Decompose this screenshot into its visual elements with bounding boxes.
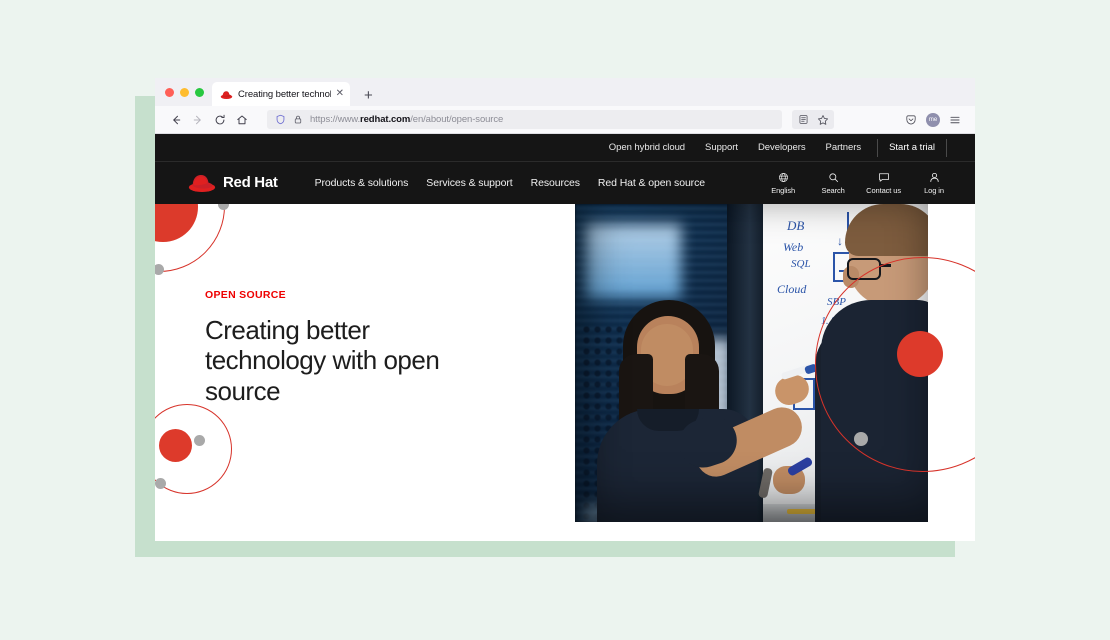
account-avatar-button[interactable]: me <box>923 110 943 129</box>
hamburger-menu-icon[interactable] <box>945 110 965 129</box>
search-icon <box>828 172 839 183</box>
page-title: Creating better technology with open sou… <box>205 315 495 406</box>
nav-utility-group: English Search Contact us <box>766 170 951 195</box>
utility-link-developers[interactable]: Developers <box>748 142 816 153</box>
utility-nav: Open hybrid cloud Support Developers Par… <box>155 134 975 162</box>
redhat-fedora-logo-icon <box>187 172 217 193</box>
reader-bookmark-group <box>792 110 834 129</box>
url-protocol: https://www. <box>310 114 360 125</box>
url-path: /en/about/open-source <box>410 114 503 125</box>
nav-util-contact[interactable]: Contact us <box>866 172 901 195</box>
decorative-red-circle-bottom-left <box>159 429 192 462</box>
nav-util-search-label: Search <box>822 186 845 195</box>
tab-strip: Creating better technology with ✕ + <box>155 78 975 106</box>
decorative-gray-dot-bottom-left <box>155 478 166 489</box>
forward-button[interactable] <box>187 110 209 130</box>
chat-bubble-icon <box>878 172 890 183</box>
nav-util-language[interactable]: English <box>766 172 800 195</box>
window-close-button[interactable] <box>165 88 174 97</box>
browser-window: Creating better technology with ✕ + <box>155 78 975 541</box>
utility-link-open-hybrid-cloud[interactable]: Open hybrid cloud <box>599 142 695 153</box>
start-a-trial-button[interactable]: Start a trial <box>878 142 946 153</box>
window-minimize-button[interactable] <box>180 88 189 97</box>
nav-link-redhat-open-source[interactable]: Red Hat & open source <box>589 177 714 189</box>
shield-icon <box>275 114 286 125</box>
pocket-icon[interactable] <box>901 110 921 129</box>
utility-link-partners[interactable]: Partners <box>816 142 872 153</box>
decorative-gray-dot-top <box>218 204 229 210</box>
reload-button[interactable] <box>209 110 231 130</box>
decorative-gray-dot-right <box>854 432 868 446</box>
window-traffic-lights[interactable] <box>163 78 212 106</box>
webpage-viewport: Open hybrid cloud Support Developers Par… <box>155 134 975 541</box>
url-text: https://www.redhat.com/en/about/open-sou… <box>310 114 503 125</box>
decorative-red-arc-top-left <box>155 204 225 272</box>
main-nav: Red Hat Products & solutions Services & … <box>155 162 975 203</box>
hero-section: DB Web SQL Cloud ↓ SBP 1. Start 2. 3. En… <box>155 204 975 541</box>
window-maximize-button[interactable] <box>195 88 204 97</box>
redhat-logo-text: Red Hat <box>223 174 278 191</box>
nav-util-login[interactable]: Log in <box>917 172 951 195</box>
hero-eyebrow: OPEN SOURCE <box>205 289 495 301</box>
home-button[interactable] <box>231 110 253 130</box>
back-button[interactable] <box>165 110 187 130</box>
toolbar-right-group: me <box>901 110 965 129</box>
redhat-logo[interactable]: Red Hat <box>187 172 278 193</box>
site-header: Open hybrid cloud Support Developers Par… <box>155 134 975 204</box>
new-tab-button[interactable]: + <box>364 88 373 103</box>
decorative-gray-dot-bottom-right <box>194 435 205 446</box>
browser-tab-active[interactable]: Creating better technology with ✕ <box>212 82 350 106</box>
padlock-icon <box>293 114 303 125</box>
nav-link-services-support[interactable]: Services & support <box>417 177 521 189</box>
reader-view-icon[interactable] <box>793 110 813 129</box>
globe-icon <box>778 172 789 183</box>
nav-link-resources[interactable]: Resources <box>522 177 589 189</box>
browser-toolbar: https://www.redhat.com/en/about/open-sou… <box>155 106 975 134</box>
redhat-favicon-icon <box>220 89 233 100</box>
user-icon <box>929 172 940 183</box>
utility-link-support[interactable]: Support <box>695 142 748 153</box>
nav-link-products-solutions[interactable]: Products & solutions <box>306 177 418 189</box>
start-trial-wrapper: Start a trial <box>877 139 947 157</box>
nav-util-login-label: Log in <box>924 186 944 195</box>
avatar[interactable]: me <box>926 113 940 127</box>
tab-close-icon[interactable]: ✕ <box>336 89 344 99</box>
nav-util-language-label: English <box>771 186 795 195</box>
nav-util-search[interactable]: Search <box>816 172 850 195</box>
hero-text-block: OPEN SOURCE Creating better technology w… <box>205 289 495 406</box>
nav-util-contact-label: Contact us <box>866 186 901 195</box>
decorative-gray-dot-left <box>155 264 164 275</box>
address-bar[interactable]: https://www.redhat.com/en/about/open-sou… <box>267 110 782 129</box>
bookmark-star-icon[interactable] <box>813 110 833 129</box>
url-domain: redhat.com <box>360 114 410 125</box>
browser-tab-title: Creating better technology with <box>238 89 331 100</box>
decorative-red-circle-right <box>897 331 943 377</box>
